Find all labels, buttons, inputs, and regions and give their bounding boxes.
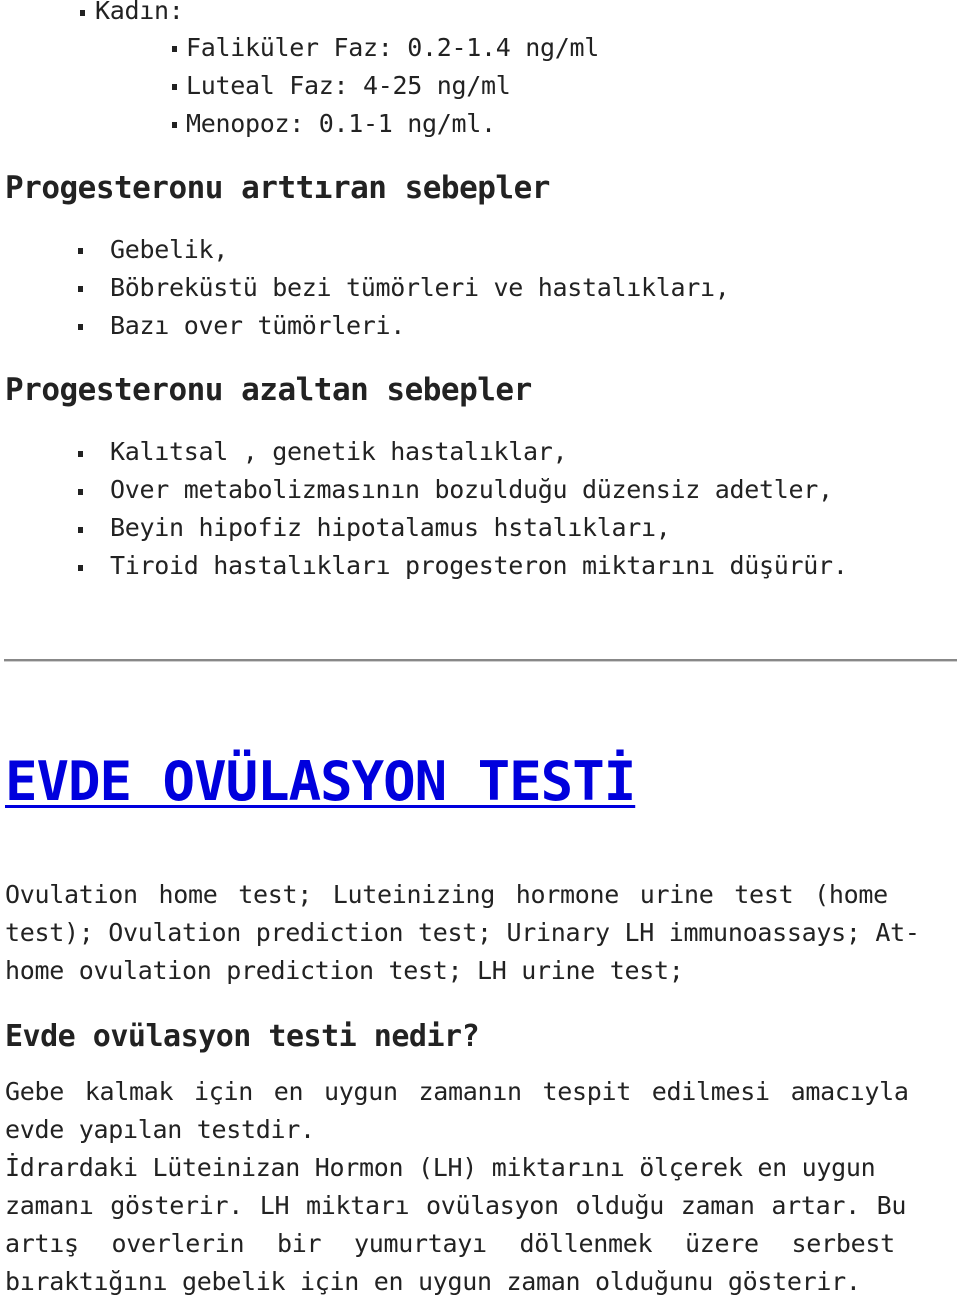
list-item: Tiroid hastalıkları progesteron miktarın…	[110, 551, 848, 580]
alt-names-line: Ovulation home test; Luteinizing hormone…	[5, 880, 888, 909]
phase-menopause: Menopoz: 0.1-1 ng/ml.	[186, 109, 496, 138]
bullet-icon	[78, 489, 83, 495]
decrease-heading: Progesteronu azaltan sebepler	[5, 372, 532, 408]
bullet-icon	[78, 324, 83, 330]
alt-names-line: home ovulation prediction test; LH urine…	[5, 956, 684, 985]
alt-names-line: test); Ovulation prediction test; Urinar…	[5, 918, 920, 947]
ovulation-test-title-link[interactable]: EVDE OVÜLASYON TESTİ	[5, 750, 636, 813]
list-item: Kalıtsal , genetik hastalıklar,	[110, 437, 568, 466]
list-item: Böbreküstü bezi tümörleri ve hastalıklar…	[110, 273, 730, 302]
phase-follicular: Faliküler Faz: 0.2-1.4 ng/ml	[186, 33, 600, 62]
list-item: Beyin hipofiz hipotalamus hstalıkları,	[110, 513, 671, 542]
paragraph-line: İdrardaki Lüteinizan Hormon (LH) miktarı…	[5, 1153, 876, 1182]
bullet-icon	[78, 248, 83, 254]
bullet-icon	[78, 527, 83, 533]
bullet-icon	[172, 122, 177, 128]
list-item: Over metabolizmasının bozulduğu düzensiz…	[110, 475, 833, 504]
bullet-icon	[80, 10, 85, 16]
ovulation-subheading: Evde ovülasyon testi nedir?	[5, 1019, 480, 1054]
paragraph-line: artış overlerin bir yumurtayı döllenmek …	[5, 1229, 895, 1258]
bullet-icon	[172, 46, 177, 52]
paragraph-line: evde yapılan testdir.	[5, 1115, 315, 1144]
list-item: Gebelik,	[110, 235, 229, 264]
bullet-icon	[78, 565, 83, 571]
increase-heading: Progesteronu arttıran sebepler	[5, 170, 550, 206]
section-divider	[4, 659, 957, 662]
bullet-icon	[78, 451, 83, 457]
paragraph-line: zamanı gösterir. LH miktarı ovülasyon ol…	[5, 1191, 907, 1220]
bullet-icon	[78, 286, 83, 292]
bullet-icon	[172, 84, 177, 90]
list-item: Bazı over tümörleri.	[110, 311, 406, 340]
phase-luteal: Luteal Faz: 4-25 ng/ml	[186, 71, 511, 100]
paragraph-line: Gebe kalmak için en uygun zamanın tespit…	[5, 1077, 909, 1106]
female-label: Kadın:	[95, 0, 184, 25]
paragraph-line: bıraktığını gebelik için en uygun zaman …	[5, 1267, 861, 1296]
